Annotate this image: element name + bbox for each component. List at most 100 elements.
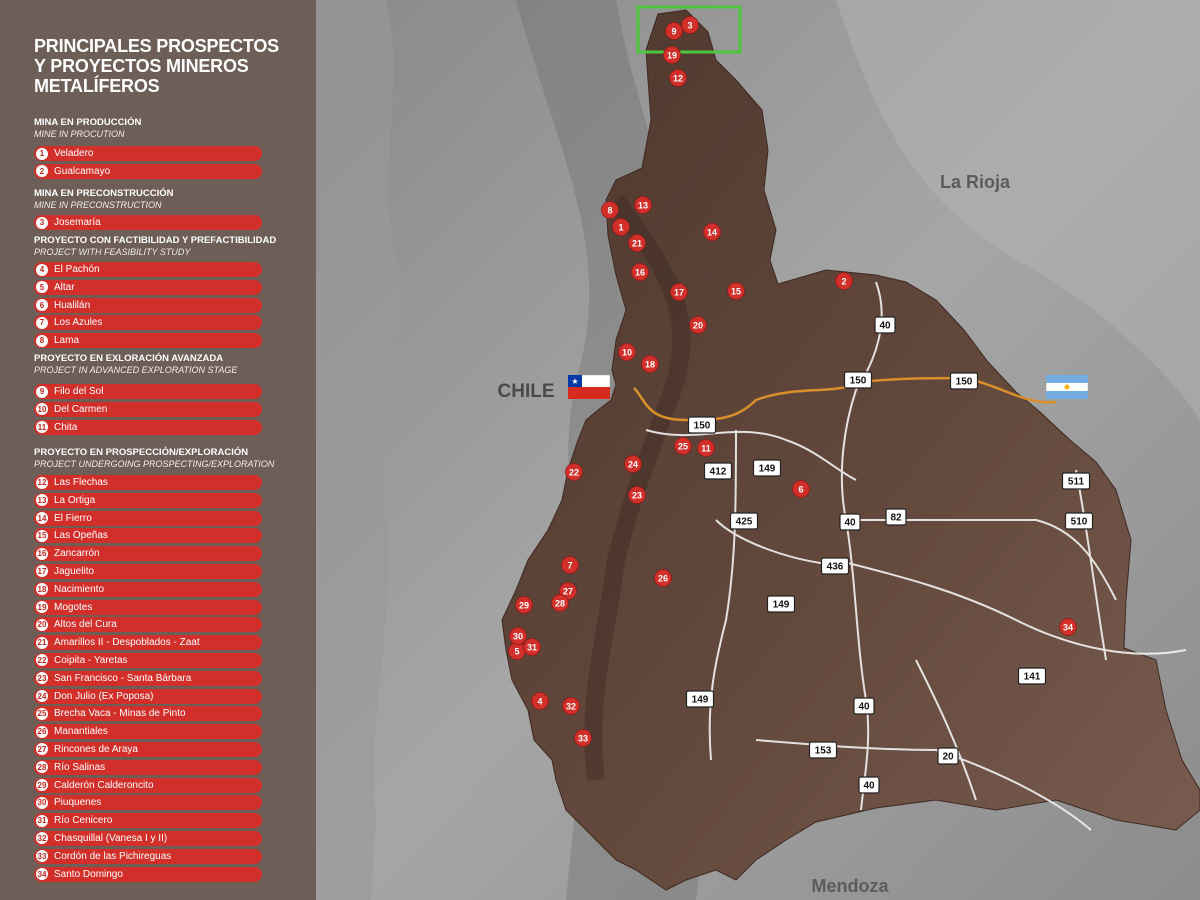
mine-pin-3[interactable]: 3	[681, 16, 699, 34]
pin-number: 17	[674, 287, 684, 297]
legend-item[interactable]: 11 Chita	[34, 419, 262, 435]
mine-pin-31[interactable]: 31	[523, 638, 541, 656]
legend-item[interactable]: 20 Altos del Cura	[34, 617, 262, 633]
mine-pin-17[interactable]: 17	[670, 283, 688, 301]
legend-item[interactable]: 14 El Fierro	[34, 510, 262, 526]
legend-item[interactable]: 15 Las Opeñas	[34, 528, 262, 544]
legend-item-number: 10	[36, 403, 48, 416]
mine-pin-4[interactable]: 4	[531, 692, 549, 710]
mine-pin-1[interactable]: 1	[612, 218, 630, 236]
mine-pin-6[interactable]: 6	[792, 480, 810, 498]
mine-pin-26[interactable]: 26	[654, 569, 672, 587]
mine-pin-30[interactable]: 30	[509, 627, 527, 645]
route-number: 40	[858, 702, 870, 713]
legend-item[interactable]: 12 Las Flechas	[34, 475, 262, 490]
mine-pin-10[interactable]: 10	[618, 343, 636, 361]
legend-item[interactable]: 7 Los Azules	[34, 315, 262, 331]
route-shield-40: 40	[874, 316, 896, 334]
legend-item[interactable]: 32 Chasquillal (Vanesa I y II)	[34, 830, 262, 846]
mine-pin-28[interactable]: 28	[551, 594, 569, 612]
legend-item[interactable]: 22 Coipita - Yaretas	[34, 652, 262, 668]
legend-item[interactable]: 34 Santo Domingo	[34, 866, 262, 882]
legend-item[interactable]: 17 Jaguelito	[34, 563, 262, 579]
mine-pin-7[interactable]: 7	[561, 556, 579, 574]
mine-pin-15[interactable]: 15	[727, 282, 745, 300]
legend-item[interactable]: 9 Filo del Sol	[34, 384, 262, 399]
mine-pin-34[interactable]: 34	[1059, 618, 1077, 636]
legend-item[interactable]: 1 Veladero	[34, 146, 262, 161]
legend-item-label: Altos del Cura	[54, 619, 117, 631]
route-shield-436: 436	[820, 557, 850, 575]
mine-pin-18[interactable]: 18	[641, 355, 659, 373]
mine-pin-33[interactable]: 33	[574, 729, 592, 747]
legend-item[interactable]: 23 San Francisco - Santa Bárbara	[34, 670, 262, 686]
legend-item[interactable]: 18 Nacimiento	[34, 581, 262, 597]
legend-item[interactable]: 24 Don Julio (Ex Poposa)	[34, 688, 262, 704]
legend-item[interactable]: 16 Zancarrón	[34, 546, 262, 562]
legend-item[interactable]: 8 Lama	[34, 333, 262, 349]
route-shield-425: 425	[729, 512, 759, 530]
legend-item-label: Los Azules	[54, 317, 103, 329]
mine-pin-21[interactable]: 21	[628, 234, 646, 252]
route-number: 150	[850, 376, 867, 387]
legend-item[interactable]: 29 Calderón Calderoncito	[34, 777, 262, 793]
legend-item[interactable]: 27 Rincones de Araya	[34, 741, 262, 757]
legend-item[interactable]: 19 Mogotes	[34, 599, 262, 615]
legend-item[interactable]: 3 Josemaría	[34, 215, 262, 230]
route-shield-510: 510	[1064, 512, 1094, 530]
legend-item-label: Calderón Calderoncito	[54, 779, 154, 791]
legend-item[interactable]: 10 Del Carmen	[34, 401, 262, 417]
route-shield-150: 150	[687, 416, 717, 434]
place-label-la_rioja: La Rioja	[940, 172, 1011, 192]
legend-item-number: 18	[36, 583, 48, 596]
legend-item[interactable]: 21 Amarillos II - Despoblados - Zaat	[34, 635, 262, 651]
mine-pin-8[interactable]: 8	[601, 201, 619, 219]
mine-pin-32[interactable]: 32	[562, 697, 580, 715]
legend-item-number: 6	[36, 299, 48, 312]
mine-pin-25[interactable]: 25	[674, 437, 692, 455]
route-shield-149: 149	[685, 690, 715, 708]
legend-item[interactable]: 13 La Ortiga	[34, 492, 262, 508]
section-title: MINA EN PRODUCCIÓN	[34, 117, 142, 128]
mine-pin-22[interactable]: 22	[565, 463, 583, 481]
legend-item-number: 7	[36, 316, 48, 329]
pin-number: 25	[678, 441, 688, 451]
legend-title-line: PRINCIPALES PROSPECTOS	[34, 36, 279, 56]
mine-pin-20[interactable]: 20	[689, 316, 707, 334]
mine-pin-5[interactable]: 5	[508, 642, 526, 660]
legend-title-line: METALÍFEROS	[34, 76, 160, 96]
legend-item[interactable]: 28 Río Salinas	[34, 759, 262, 775]
legend-item[interactable]: 6 Hualilán	[34, 297, 262, 313]
legend-item[interactable]: 5 Altar	[34, 279, 262, 295]
mine-pin-13[interactable]: 13	[634, 196, 652, 214]
mine-pin-11[interactable]: 11	[697, 439, 715, 457]
legend-item-label: Veladero	[54, 148, 94, 159]
mine-pin-2[interactable]: 2	[835, 272, 853, 290]
legend-item-label: Brecha Vaca - Minas de Pinto	[54, 708, 186, 720]
legend-item-label: Del Carmen	[54, 403, 108, 415]
legend-list-production: 1 Veladero 2 Gualcamayo	[34, 146, 262, 182]
pin-number: 32	[566, 701, 576, 711]
legend-item[interactable]: 25 Brecha Vaca - Minas de Pinto	[34, 706, 262, 722]
mine-pin-23[interactable]: 23	[628, 486, 646, 504]
legend-item[interactable]: 2 Gualcamayo	[34, 163, 262, 179]
mine-pin-9[interactable]: 9	[665, 22, 683, 40]
mine-pin-24[interactable]: 24	[624, 455, 642, 473]
mine-pin-12[interactable]: 12	[669, 69, 687, 87]
mine-pin-19[interactable]: 19	[663, 46, 681, 64]
route-shield-150: 150	[843, 371, 873, 389]
legend-item[interactable]: 30 Piuquenes	[34, 795, 262, 811]
mine-pin-16[interactable]: 16	[631, 263, 649, 281]
mine-pin-29[interactable]: 29	[515, 596, 533, 614]
legend-item[interactable]: 26 Manantiales	[34, 724, 262, 740]
legend-item-number: 11	[36, 421, 48, 434]
legend-item-number: 17	[36, 565, 48, 578]
legend-item-number: 1	[36, 147, 48, 160]
legend-item[interactable]: 4 El Pachón	[34, 262, 262, 277]
section-subtitle: MINE IN PROCUTION	[34, 129, 125, 139]
mine-pin-14[interactable]: 14	[703, 223, 721, 241]
legend-item[interactable]: 31 Río Cenicero	[34, 813, 262, 829]
map-view[interactable]: ★ 150 150 150 40 40 40 40 412 149 149 149 425 436 82 5…	[316, 0, 1200, 900]
legend-item[interactable]: 33 Cordón de las Pichireguas	[34, 848, 262, 864]
pin-number: 30	[513, 631, 523, 641]
